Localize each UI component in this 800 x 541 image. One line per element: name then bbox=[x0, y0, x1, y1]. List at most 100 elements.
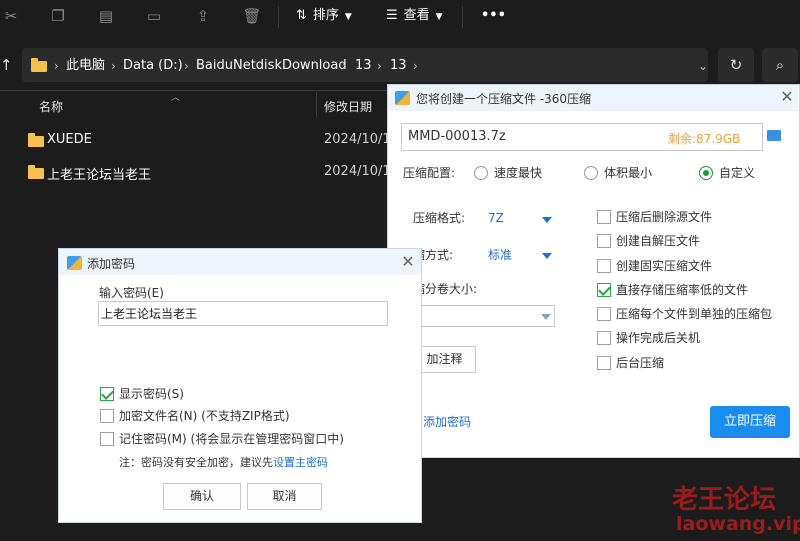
compress-dialog: 您将创建一个压缩文件 -360压缩 ✕ MMD-00013.7z 剩余:87.9… bbox=[387, 84, 800, 458]
rename-icon[interactable]: ▭ bbox=[143, 5, 165, 27]
checkbox-store-low-ratio-label: 直接存储压缩率低的文件 bbox=[616, 283, 749, 297]
checkbox-self-extract[interactable] bbox=[597, 234, 611, 248]
start-compress-button[interactable]: 立即压缩 bbox=[710, 406, 790, 438]
split-label: 缩分卷大小: bbox=[413, 282, 478, 296]
method-value[interactable]: 标准 bbox=[488, 247, 512, 263]
checkbox-separate-archives[interactable] bbox=[597, 307, 611, 321]
cancel-button[interactable]: 取消 bbox=[247, 483, 322, 510]
chevron-down-icon[interactable] bbox=[542, 253, 552, 259]
password-note: 注：密码没有安全加密，建议先设置主密码 bbox=[119, 455, 328, 471]
checkbox-remember-password[interactable] bbox=[100, 432, 114, 446]
format-label: 压缩格式: bbox=[413, 211, 466, 225]
checkbox-encrypt-names[interactable] bbox=[100, 409, 114, 423]
toolbar-divider bbox=[278, 6, 279, 28]
sort-label: 排序 bbox=[312, 8, 339, 23]
up-arrow-icon[interactable]: ↑ bbox=[0, 56, 13, 74]
format-value[interactable]: 7Z bbox=[488, 210, 504, 226]
watermark-url: laowang.vip bbox=[676, 513, 800, 535]
sort-button[interactable]: ⇅ 排序 ▼ bbox=[296, 4, 352, 28]
folder-icon bbox=[28, 165, 44, 179]
copy-icon[interactable]: ❐ bbox=[47, 5, 69, 27]
view-icon: ☰ bbox=[386, 8, 398, 23]
sort-ascending-icon: ︿ bbox=[171, 93, 181, 103]
chevron-down-icon[interactable] bbox=[542, 217, 552, 223]
close-icon[interactable]: ✕ bbox=[399, 253, 417, 271]
view-button[interactable]: ☰ 查看 ▼ bbox=[386, 4, 443, 28]
password-input-value: 上老王论坛当老王 bbox=[101, 307, 198, 321]
paste-icon[interactable]: ▤ bbox=[95, 5, 117, 27]
breadcrumb-separator: › bbox=[413, 59, 418, 73]
share-icon[interactable]: ⇪ bbox=[192, 5, 214, 27]
more-button[interactable]: ••• bbox=[481, 4, 506, 28]
breadcrumb-item[interactable]: 13 bbox=[390, 57, 407, 75]
checkbox-solid-label: 创建固实压缩文件 bbox=[616, 259, 713, 273]
column-divider bbox=[316, 92, 317, 118]
file-name: XUEDE bbox=[47, 132, 92, 147]
delete-icon[interactable]: 🗑 bbox=[241, 5, 263, 27]
password-input[interactable]: 上老王论坛当老王 bbox=[98, 301, 388, 326]
checkbox-remember-password-label: 记住密码(M) (将会显示在管理密码窗口中) bbox=[119, 432, 344, 446]
checkbox-show-password[interactable] bbox=[100, 387, 114, 401]
breadcrumb-separator: › bbox=[54, 59, 59, 73]
checkbox-delete-source[interactable] bbox=[597, 210, 611, 224]
checkbox-delete-source-label: 压缩后删除源文件 bbox=[616, 210, 713, 224]
radio-fastest-label: 速度最快 bbox=[494, 166, 543, 180]
filename-input[interactable]: MMD-00013.7z 剩余:87.9GB bbox=[401, 123, 763, 151]
filename-value: MMD-00013.7z bbox=[408, 129, 506, 144]
checkbox-shutdown-label: 操作完成后关机 bbox=[616, 331, 701, 345]
config-label: 压缩配置: bbox=[403, 166, 456, 180]
radio-custom[interactable] bbox=[699, 166, 713, 180]
checkbox-background[interactable] bbox=[597, 356, 611, 370]
password-input-label: 输入密码(E) bbox=[99, 286, 164, 300]
confirm-button[interactable]: 确认 bbox=[163, 483, 241, 510]
breadcrumb-item[interactable]: 13 bbox=[355, 57, 372, 75]
sort-icon: ⇅ bbox=[296, 8, 307, 23]
column-modified[interactable]: 修改日期 bbox=[324, 98, 372, 115]
cut-icon[interactable]: ✂ bbox=[0, 5, 22, 27]
free-space-label: 剩余:87.9GB bbox=[668, 132, 741, 146]
chevron-down-icon: ▼ bbox=[344, 12, 352, 22]
breadcrumb-item[interactable]: Data (D:) bbox=[123, 57, 183, 75]
folder-icon bbox=[31, 58, 47, 72]
set-master-password-link[interactable]: 设置主密码 bbox=[273, 456, 328, 469]
column-name[interactable]: 名称 bbox=[39, 98, 63, 115]
checkbox-background-label: 后台压缩 bbox=[616, 356, 665, 370]
checkbox-shutdown[interactable] bbox=[597, 331, 611, 345]
refresh-icon[interactable]: ↻ bbox=[718, 48, 754, 82]
search-icon[interactable]: ⌕ bbox=[762, 48, 798, 82]
list-item[interactable]: XUEDE 2024/10/1 bbox=[0, 125, 391, 155]
file-modified: 2024/10/1 bbox=[324, 132, 391, 147]
password-dialog: 添加密码 ✕ 输入密码(E) 上老王论坛当老王 显示密码(S) 加密文件名(N)… bbox=[58, 248, 422, 523]
breadcrumb-separator: › bbox=[111, 59, 116, 73]
list-item[interactable]: 上老王论坛当老王 2024/10/1 bbox=[0, 157, 391, 187]
add-comment-button[interactable]: 加注释 bbox=[413, 346, 476, 373]
folder-browse-icon[interactable] bbox=[767, 130, 781, 141]
checkbox-store-low-ratio[interactable] bbox=[597, 283, 611, 297]
radio-custom-label: 自定义 bbox=[719, 166, 756, 180]
radio-smallest[interactable] bbox=[584, 166, 598, 180]
checkbox-separate-archives-label: 压缩每个文件到单独的压缩包 bbox=[616, 307, 773, 321]
add-password-link[interactable]: 添加密码 bbox=[423, 414, 471, 430]
chevron-down-icon: ▼ bbox=[435, 12, 443, 22]
toolbar-divider bbox=[462, 6, 463, 28]
password-note-text: 注：密码没有安全加密，建议先 bbox=[119, 456, 273, 469]
file-name: 上老王论坛当老王 bbox=[47, 168, 152, 183]
breadcrumb-separator: › bbox=[377, 59, 382, 73]
checkbox-encrypt-names-label: 加密文件名(N) (不支持ZIP格式) bbox=[119, 409, 290, 423]
compress-dialog-title: 您将创建一个压缩文件 -360压缩 bbox=[416, 92, 592, 106]
close-icon[interactable]: ✕ bbox=[778, 88, 796, 106]
radio-fastest[interactable] bbox=[474, 166, 488, 180]
checkbox-show-password-label: 显示密码(S) bbox=[119, 387, 184, 401]
breadcrumb-separator: › bbox=[184, 59, 189, 73]
breadcrumb-item[interactable]: 此电脑 bbox=[66, 57, 105, 75]
360zip-app-icon bbox=[67, 256, 82, 270]
checkbox-self-extract-label: 创建自解压文件 bbox=[616, 234, 701, 248]
checkbox-solid[interactable] bbox=[597, 259, 611, 273]
breadcrumb-item[interactable]: BaiduNetdiskDownload bbox=[196, 57, 347, 75]
360zip-app-icon bbox=[395, 91, 410, 105]
breadcrumb-separator: › bbox=[342, 59, 347, 73]
view-label: 查看 bbox=[403, 8, 430, 23]
watermark-title: 老王论坛 bbox=[672, 485, 777, 515]
chevron-down-icon[interactable]: ⌄ bbox=[698, 57, 708, 75]
password-dialog-title: 添加密码 bbox=[87, 257, 136, 271]
